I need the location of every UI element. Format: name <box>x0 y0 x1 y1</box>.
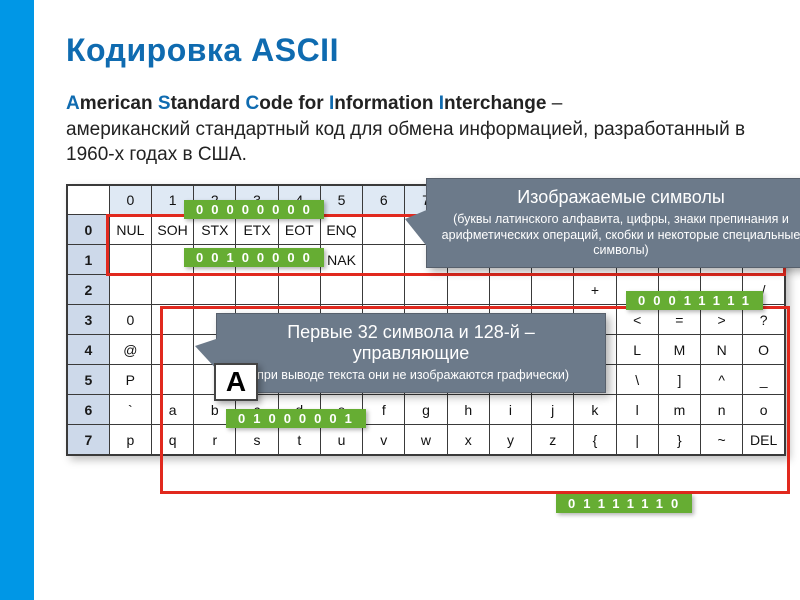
ascii-cell <box>447 275 489 305</box>
bits-00: 00000000 <box>184 200 324 219</box>
row-header: 2 <box>67 275 109 305</box>
ascii-cell <box>405 275 447 305</box>
col-header: 0 <box>109 185 151 215</box>
ascii-cell: j <box>532 395 574 425</box>
ascii-cell: ENQ <box>320 215 362 245</box>
row-header: 4 <box>67 335 109 365</box>
ascii-cell <box>320 275 362 305</box>
col-header: 5 <box>320 185 362 215</box>
acronym-line: American Standard Code for Information I… <box>66 91 766 168</box>
ascii-cell <box>532 275 574 305</box>
ascii-cell: M <box>658 335 700 365</box>
callout-control: Первые 32 символа и 128-й – управляющие … <box>216 313 606 393</box>
ascii-cell: { <box>574 425 616 455</box>
ascii-cell: L <box>616 335 658 365</box>
bits-7e: 01111110 <box>556 494 692 513</box>
ascii-cell: P <box>109 365 151 395</box>
row-header: 7 <box>67 425 109 455</box>
callout-tail <box>405 209 429 249</box>
ascii-cell: NUL <box>109 215 151 245</box>
ascii-cell: v <box>363 425 405 455</box>
ascii-cell: f <box>363 395 405 425</box>
ascii-cell <box>489 275 531 305</box>
ascii-cell: n <box>701 395 743 425</box>
callout-printable: Изображаемые символы (буквы латинского а… <box>426 178 800 268</box>
row-header: 1 <box>67 245 109 275</box>
subtitle-ru: американский стандартный код для обмена … <box>66 119 745 166</box>
ascii-cell: SOH <box>151 215 193 245</box>
ascii-cell <box>363 275 405 305</box>
ascii-cell <box>151 365 193 395</box>
ascii-cell: ETX <box>236 215 278 245</box>
ascii-cell <box>109 245 151 275</box>
col-header <box>67 185 109 215</box>
ascii-cell: a <box>151 395 193 425</box>
row-header: 5 <box>67 365 109 395</box>
bits-20: 00100000 <box>184 248 324 267</box>
ascii-cell: STX <box>194 215 236 245</box>
ascii-cell: z <box>532 425 574 455</box>
ascii-cell: 0 <box>109 305 151 335</box>
row-header: 3 <box>67 305 109 335</box>
page-title: Кодировка ASCII <box>66 32 766 69</box>
ascii-cell: o <box>743 395 785 425</box>
ascii-cell: + <box>574 275 616 305</box>
ascii-cell: l <box>616 395 658 425</box>
ascii-cell: O <box>743 335 785 365</box>
row-header: 0 <box>67 215 109 245</box>
ascii-cell <box>363 245 405 275</box>
ascii-cell: ~ <box>701 425 743 455</box>
ascii-cell <box>151 335 193 365</box>
ascii-cell: t <box>278 425 320 455</box>
callout-control-sub: (при выводе текста они не изображаются г… <box>227 368 595 384</box>
callout-printable-title: Изображаемые символы <box>437 187 800 208</box>
ascii-cell: w <box>405 425 447 455</box>
ascii-cell: x <box>447 425 489 455</box>
ascii-cell <box>278 275 320 305</box>
ascii-cell: ^ <box>701 365 743 395</box>
ascii-cell: EOT <box>278 215 320 245</box>
table-row: 7pqrstuvwxyz{|}~DEL <box>67 425 785 455</box>
ascii-cell: i <box>489 395 531 425</box>
ascii-cell: p <box>109 425 151 455</box>
slide-content: Кодировка ASCII American Standard Code f… <box>66 32 766 456</box>
ascii-cell <box>151 305 193 335</box>
ascii-cell: m <box>658 395 700 425</box>
ascii-cell: h <box>447 395 489 425</box>
ascii-cell: q <box>151 425 193 455</box>
ascii-cell: } <box>658 425 700 455</box>
ascii-cell: r <box>194 425 236 455</box>
callout-printable-sub: (буквы латинского алфавита, цифры, знаки… <box>437 212 800 259</box>
bits-41: 01000001 <box>226 409 366 428</box>
ascii-cell: y <box>489 425 531 455</box>
ascii-cell <box>151 275 193 305</box>
row-header: 6 <box>67 395 109 425</box>
ascii-cell: NAK <box>320 245 362 275</box>
ascii-cell: @ <box>109 335 151 365</box>
ascii-cell: \ <box>616 365 658 395</box>
ascii-cell: u <box>320 425 362 455</box>
ascii-cell: ` <box>109 395 151 425</box>
letter-A-box: A <box>214 363 258 401</box>
callout-control-title: Первые 32 символа и 128-й – управляющие <box>227 322 595 364</box>
ascii-cell: g <box>405 395 447 425</box>
ascii-cell <box>363 215 405 245</box>
ascii-cell <box>109 275 151 305</box>
ascii-cell: | <box>616 425 658 455</box>
bits-1f: 00011111 <box>626 291 763 310</box>
table-row: 6`abcdefghijklmno <box>67 395 785 425</box>
ascii-table-wrap: 0123456789ABCDEF 0NULSOHSTXETXEOTENQ1NAK… <box>66 184 766 456</box>
ascii-cell <box>236 275 278 305</box>
ascii-cell: DEL <box>743 425 785 455</box>
ascii-cell <box>194 275 236 305</box>
col-header: 6 <box>363 185 405 215</box>
ascii-cell: k <box>574 395 616 425</box>
ascii-cell: _ <box>743 365 785 395</box>
ascii-cell: ] <box>658 365 700 395</box>
ascii-cell: N <box>701 335 743 365</box>
left-accent-bar <box>0 0 34 600</box>
ascii-cell: s <box>236 425 278 455</box>
